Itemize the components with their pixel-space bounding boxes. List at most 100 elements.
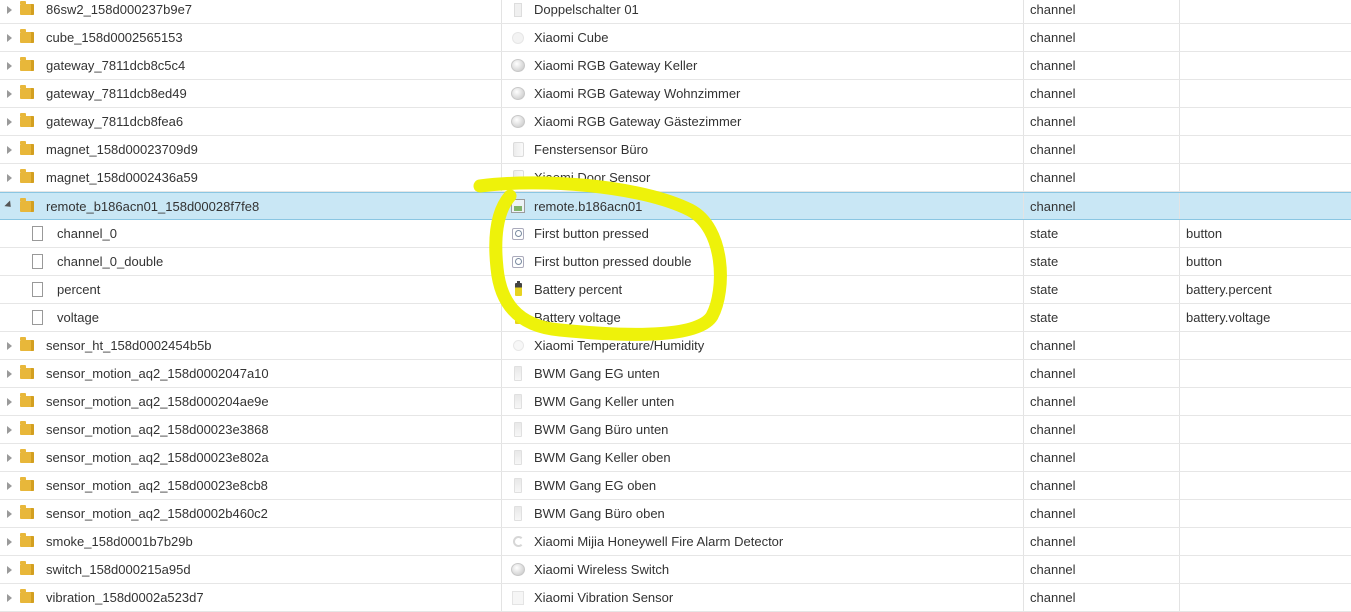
expand-triangle-icon[interactable]	[4, 173, 14, 183]
name-cell: Xiaomi RGB Gateway Keller	[502, 52, 1024, 79]
name-cell: Xiaomi Mijia Honeywell Fire Alarm Detect…	[502, 528, 1024, 555]
type-cell: channel	[1024, 500, 1180, 527]
object-row[interactable]: sensor_motion_aq2_158d000204ae9e BWM Gang…	[0, 388, 1351, 416]
type-cell: channel	[1024, 416, 1180, 443]
object-row[interactable]: 86sw2_158d000237b9e7 Doppelschalter 01 cha…	[0, 0, 1351, 24]
object-name: Xiaomi Door Sensor	[534, 170, 651, 185]
role-cell	[1180, 0, 1351, 23]
expand-triangle-icon[interactable]	[4, 369, 14, 379]
object-id: remote_b186acn01_158d00028f7fe8	[46, 198, 260, 214]
role-cell	[1180, 528, 1351, 555]
role-cell	[1180, 500, 1351, 527]
id-cell: 86sw2_158d000237b9e7	[0, 0, 502, 23]
expand-triangle-icon[interactable]	[4, 5, 14, 15]
vibration-sensor-icon	[510, 590, 526, 606]
object-row[interactable]: magnet_158d00023709d9 Fenstersensor Büro c…	[0, 136, 1351, 164]
object-name: Xiaomi Wireless Switch	[534, 562, 670, 577]
id-cell: gateway_7811dcb8ed49	[0, 80, 502, 107]
type-cell: channel	[1024, 360, 1180, 387]
expand-triangle-icon[interactable]	[4, 341, 14, 351]
object-row[interactable]: sensor_motion_aq2_158d00023e8cb8 BWM Gang…	[0, 472, 1351, 500]
expand-triangle-icon[interactable]	[4, 509, 14, 519]
state-row[interactable]: channel_0 First button pressed state button	[0, 220, 1351, 248]
object-type: channel	[1030, 170, 1076, 185]
object-type: channel	[1030, 394, 1076, 409]
object-row[interactable]: smoke_158d0001b7b29b Xiaomi Mijia Honeywe…	[0, 528, 1351, 556]
object-role: battery.voltage	[1186, 310, 1271, 325]
expand-triangle-icon[interactable]	[4, 537, 14, 547]
type-cell: state	[1024, 304, 1180, 331]
object-type: channel	[1030, 534, 1076, 549]
object-id: voltage	[57, 310, 99, 325]
name-cell: Xiaomi Vibration Sensor	[502, 584, 1024, 611]
object-type: channel	[1030, 86, 1076, 101]
object-row[interactable]: switch_158d000215a95d Xiaomi Wireless Swi…	[0, 556, 1351, 584]
object-row[interactable]: vibration_158d0002a523d7 Xiaomi Vibration…	[0, 584, 1351, 612]
object-row[interactable]: sensor_motion_aq2_158d00023e3868 BWM Gang…	[0, 416, 1351, 444]
name-cell: BWM Gang EG unten	[502, 360, 1024, 387]
folder-icon	[20, 1, 34, 15]
object-row[interactable]: gateway_7811dcb8fea6 Xiaomi RGB Gateway G…	[0, 108, 1351, 136]
object-row[interactable]: sensor_ht_158d0002454b5b Xiaomi Temperatu…	[0, 332, 1351, 360]
object-name: Battery percent	[534, 282, 623, 297]
object-name: BWM Gang Büro oben	[534, 506, 665, 521]
role-cell	[1180, 193, 1351, 219]
object-type: channel	[1030, 422, 1076, 437]
expand-triangle-icon[interactable]	[4, 453, 14, 463]
id-cell: sensor_motion_aq2_158d0002b460c2	[0, 500, 502, 527]
object-row[interactable]: cube_158d0002565153 Xiaomi Cube channel	[0, 24, 1351, 52]
type-cell: channel	[1024, 80, 1180, 107]
folder-icon	[20, 197, 34, 212]
expand-triangle-icon[interactable]	[4, 145, 14, 155]
object-row[interactable]: sensor_motion_aq2_158d0002b460c2 BWM Gang…	[0, 500, 1351, 528]
expand-triangle-icon[interactable]	[4, 593, 14, 603]
object-name: Xiaomi Cube	[534, 30, 609, 45]
smoke-detector-icon	[510, 534, 526, 550]
object-name: BWM Gang Büro unten	[534, 422, 669, 437]
object-id: sensor_motion_aq2_158d0002047a10	[46, 366, 269, 381]
folder-icon	[20, 421, 34, 435]
type-cell: channel	[1024, 193, 1180, 219]
object-name: Xiaomi RGB Gateway Wohnzimmer	[534, 86, 741, 101]
expand-triangle-icon[interactable]	[4, 117, 14, 127]
folder-icon	[20, 449, 34, 463]
state-row[interactable]: channel_0_double First button pressed dou…	[0, 248, 1351, 276]
id-cell: channel_0_double	[0, 248, 502, 275]
object-row[interactable]: remote_b186acn01_158d00028f7fe8 remote.b1…	[0, 192, 1351, 220]
object-row[interactable]: gateway_7811dcb8c5c4 Xiaomi RGB Gateway K…	[0, 52, 1351, 80]
expand-triangle-icon[interactable]	[4, 397, 14, 407]
object-id: sensor_motion_aq2_158d00023e3868	[46, 422, 269, 437]
object-name: First button pressed double	[534, 254, 692, 269]
object-type: state	[1030, 254, 1059, 269]
state-row[interactable]: voltage Battery voltage state battery.volta…	[0, 304, 1351, 332]
name-cell: Xiaomi Wireless Switch	[502, 556, 1024, 583]
object-row[interactable]: sensor_motion_aq2_158d0002047a10 BWM Gang…	[0, 360, 1351, 388]
id-cell: voltage	[0, 304, 502, 331]
expand-triangle-icon[interactable]	[4, 89, 14, 99]
expand-triangle-icon[interactable]	[4, 481, 14, 491]
object-id: sensor_motion_aq2_158d00023e802a	[46, 450, 269, 465]
folder-icon	[20, 505, 34, 519]
object-id: gateway_7811dcb8c5c4	[46, 58, 186, 73]
object-row[interactable]: magnet_158d0002436a59 Xiaomi Door Sensor c…	[0, 164, 1351, 192]
object-id: gateway_7811dcb8fea6	[46, 114, 184, 129]
state-row[interactable]: percent Battery percent state battery.perce…	[0, 276, 1351, 304]
expand-triangle-icon[interactable]	[4, 565, 14, 575]
id-cell: smoke_158d0001b7b29b	[0, 528, 502, 555]
expand-triangle-icon[interactable]	[4, 425, 14, 435]
temperature-icon	[510, 338, 526, 354]
id-cell: sensor_motion_aq2_158d0002047a10	[0, 360, 502, 387]
battery-icon	[510, 281, 526, 298]
role-cell	[1180, 416, 1351, 443]
name-cell: First button pressed	[502, 220, 1024, 247]
object-row[interactable]: gateway_7811dcb8ed49 Xiaomi RGB Gateway W…	[0, 80, 1351, 108]
object-id: cube_158d0002565153	[46, 30, 183, 45]
collapse-triangle-icon[interactable]	[4, 199, 14, 211]
expand-triangle-icon[interactable]	[4, 61, 14, 71]
folder-icon	[20, 533, 34, 547]
file-icon	[32, 226, 43, 241]
name-cell: BWM Gang Keller unten	[502, 388, 1024, 415]
expand-triangle-icon[interactable]	[4, 33, 14, 43]
type-cell: channel	[1024, 444, 1180, 471]
object-row[interactable]: sensor_motion_aq2_158d00023e802a BWM Gang…	[0, 444, 1351, 472]
